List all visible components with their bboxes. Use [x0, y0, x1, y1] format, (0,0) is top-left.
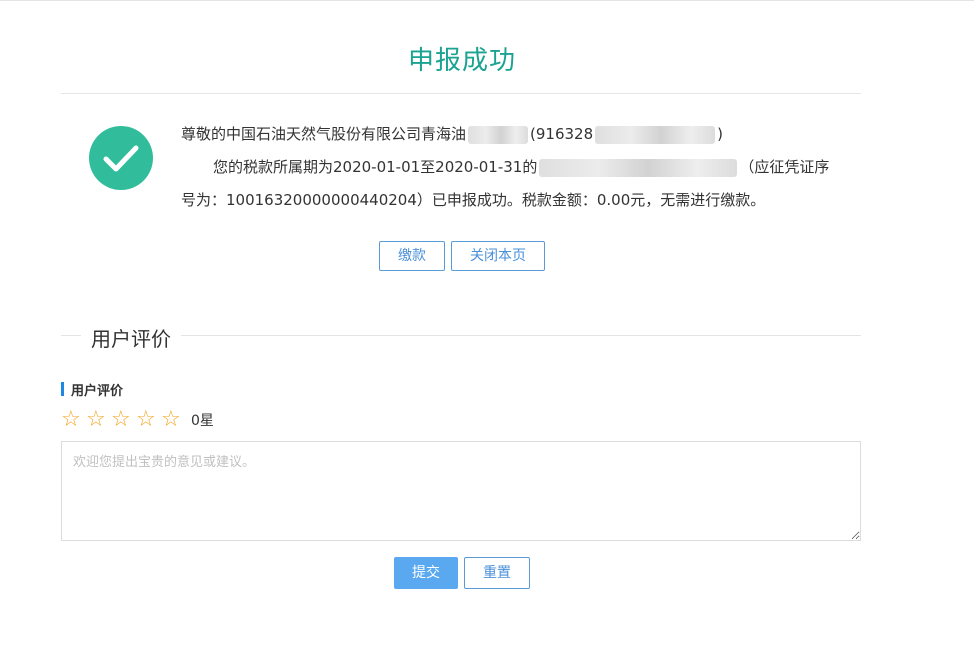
- star-rating: ☆ ☆ ☆ ☆ ☆ 0星: [61, 408, 214, 432]
- submit-button[interactable]: 提交: [394, 557, 458, 589]
- close-page-button[interactable]: 关闭本页: [451, 241, 545, 271]
- star-icon[interactable]: ☆: [136, 408, 161, 432]
- star-icon[interactable]: ☆: [61, 408, 86, 432]
- reset-button[interactable]: 重置: [464, 557, 530, 589]
- feedback-textarea[interactable]: [61, 441, 861, 541]
- section-divider-left: [61, 335, 81, 336]
- accent-bar: [61, 382, 64, 396]
- period-text: 您的税款所属期为2020-01-01至2020-01-31的: [213, 158, 538, 176]
- star-icon[interactable]: ☆: [161, 408, 186, 432]
- voucher-prefix: （应征凭证序: [739, 158, 830, 176]
- greeting-line: 尊敬的中国石油天然气股份有限公司青海油 (916328): [181, 118, 861, 151]
- section-divider-right: [181, 335, 861, 336]
- tax-id-prefix: (916328: [530, 125, 594, 143]
- success-check-icon: [89, 126, 153, 190]
- voucher-line: 号为：10016320000000440204）已申报成功。税款金额：0.00元…: [181, 191, 766, 209]
- evaluation-sub-label: 用户评价: [71, 384, 124, 399]
- greeting-text: 尊敬的中国石油天然气股份有限公司青海油: [181, 125, 467, 143]
- page-title: 申报成功: [407, 46, 516, 76]
- star-icon[interactable]: ☆: [86, 408, 111, 432]
- pay-button[interactable]: 缴款: [379, 241, 445, 271]
- title-divider: [61, 93, 861, 94]
- star-icon[interactable]: ☆: [111, 408, 136, 432]
- rating-value: 0星: [191, 413, 214, 429]
- redacted-tax-type: [539, 158, 738, 177]
- redacted-tax-id: [595, 125, 716, 144]
- top-border: [0, 0, 974, 1]
- period-line: 您的税款所属期为2020-01-01至2020-01-31的 （应征凭证序: [181, 151, 861, 184]
- tax-id-close: ): [717, 125, 723, 143]
- checkmark-icon: [103, 145, 139, 172]
- result-message: 尊敬的中国石油天然气股份有限公司青海油 (916328) 您的税款所属期为2020…: [181, 118, 861, 217]
- evaluation-section-title: 用户评价: [91, 327, 171, 351]
- redacted-company-name: [468, 125, 529, 144]
